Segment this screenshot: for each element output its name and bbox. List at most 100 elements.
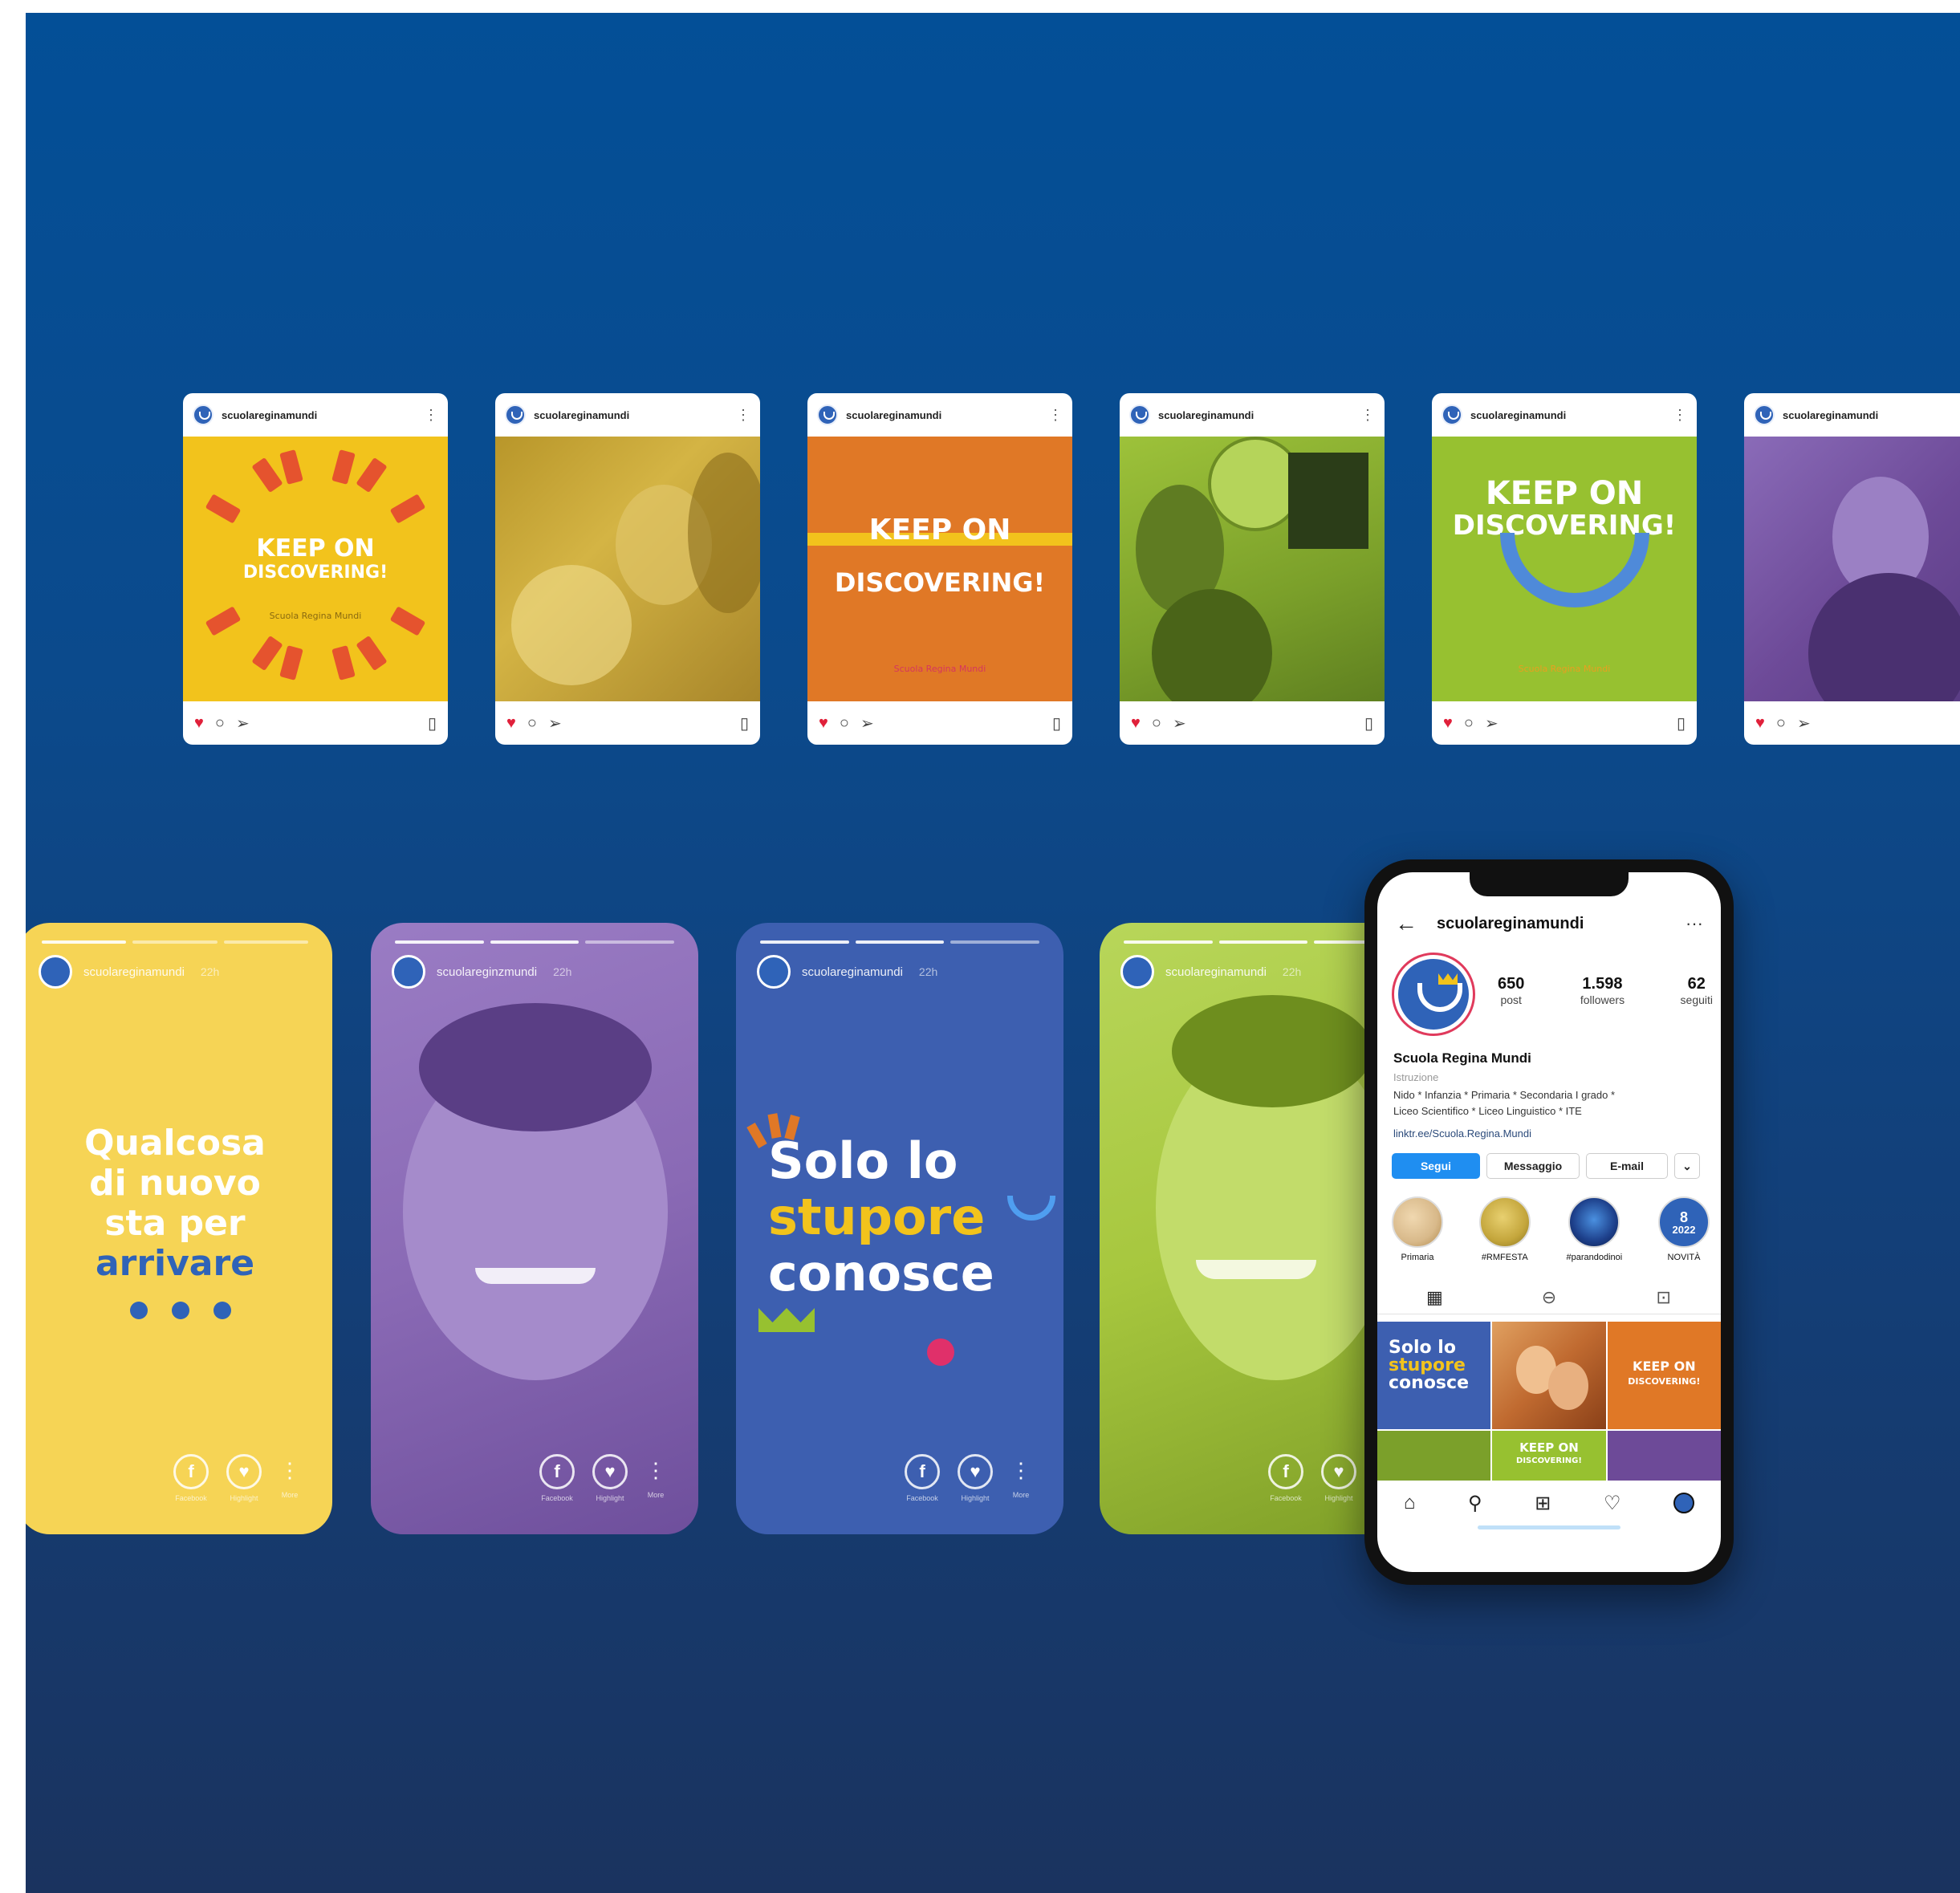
share-icon[interactable]: ➢ <box>1173 713 1186 733</box>
grid-post[interactable] <box>1377 1431 1491 1481</box>
more-options-icon[interactable]: ⋮ <box>1048 408 1063 422</box>
highlight-parandodinoi[interactable]: #parandodinoi <box>1567 1196 1622 1262</box>
email-button[interactable]: E-mail <box>1586 1153 1668 1179</box>
back-arrow-icon[interactable]: ← <box>1395 911 1417 936</box>
profile-avatar-icon[interactable] <box>1129 404 1150 425</box>
follow-button[interactable]: Segui <box>1392 1153 1480 1179</box>
facebook-icon[interactable]: f <box>905 1454 940 1489</box>
profile-tabs: ▦ ⊖ ⊡ <box>1377 1282 1721 1314</box>
bookmark-icon[interactable]: ▯ <box>428 713 437 733</box>
facebook-icon[interactable]: f <box>173 1454 209 1489</box>
highlight-heart-icon[interactable]: ♥ <box>958 1454 993 1489</box>
story-card-2[interactable]: scuolareginzmundi 22h f Facebook ♥ Highlig… <box>371 923 698 1534</box>
story-username[interactable]: scuolareginamundi <box>802 965 903 979</box>
share-icon[interactable]: ➢ <box>860 713 874 733</box>
guides-tab-icon[interactable]: ⊖ <box>1492 1282 1607 1314</box>
comment-icon[interactable]: ○ <box>215 714 225 733</box>
like-icon[interactable]: ♥ <box>1131 714 1141 733</box>
post-username[interactable]: scuolareginamundi <box>1783 409 1960 421</box>
like-icon[interactable]: ♥ <box>506 714 516 733</box>
profile-link[interactable]: linktr.ee/Scuola.Regina.Mundi <box>1393 1127 1531 1139</box>
bookmark-icon[interactable]: ▯ <box>740 713 749 733</box>
facebook-icon[interactable]: f <box>539 1454 575 1489</box>
grid-post[interactable] <box>1607 1431 1721 1481</box>
feed-post-1[interactable]: scuolareginamundi ⋮ KEEP ON DISCOVERING!… <box>183 393 448 745</box>
story-card-1[interactable]: scuolareginamundi 22h Qualcosa di nuovo … <box>26 923 332 1534</box>
profile-avatar-icon[interactable] <box>193 404 213 425</box>
story-avatar-icon[interactable] <box>1120 955 1154 989</box>
profile-avatar-icon[interactable] <box>1442 404 1462 425</box>
story-username[interactable]: scuolareginamundi <box>1165 965 1267 979</box>
feed-post-2[interactable]: scuolareginamundi ⋮ ♥ ○ ➢ ▯ <box>495 393 760 745</box>
feed-post-5[interactable]: scuolareginamundi ⋮ KEEP ON DISCOVERING!… <box>1432 393 1697 745</box>
more-options-icon[interactable]: ⋮ <box>736 408 750 422</box>
grid-post[interactable]: KEEP ON DISCOVERING! <box>1492 1431 1606 1481</box>
highlight-rmfesta[interactable]: #RMFESTA <box>1478 1196 1531 1262</box>
profile-avatar-icon[interactable] <box>505 404 526 425</box>
more-icon[interactable]: ⋮ <box>1010 1454 1031 1486</box>
story-username[interactable]: scuolareginzmundi <box>437 965 537 979</box>
post-username[interactable]: scuolareginamundi <box>1158 409 1360 421</box>
comment-icon[interactable]: ○ <box>840 714 849 733</box>
facebook-icon[interactable]: f <box>1268 1454 1303 1489</box>
message-button[interactable]: Messaggio <box>1486 1153 1580 1179</box>
menu-dots-icon[interactable]: ··· <box>1686 913 1703 934</box>
profile-tab-avatar-icon[interactable] <box>1673 1493 1695 1513</box>
like-icon[interactable]: ♥ <box>1755 714 1765 733</box>
story-avatar-icon[interactable] <box>39 955 72 989</box>
comment-icon[interactable]: ○ <box>527 714 537 733</box>
search-icon[interactable]: ⚲ <box>1468 1492 1482 1515</box>
grid-post[interactable] <box>1492 1322 1606 1429</box>
highlight-heart-icon[interactable]: ♥ <box>1321 1454 1356 1489</box>
comment-icon[interactable]: ○ <box>1152 714 1161 733</box>
profile-avatar-icon[interactable] <box>817 404 838 425</box>
bookmark-icon[interactable]: ▯ <box>1364 713 1373 733</box>
highlight-heart-icon[interactable]: ♥ <box>226 1454 262 1489</box>
add-post-icon[interactable]: ⊞ <box>1535 1492 1551 1515</box>
grid-tab-icon[interactable]: ▦ <box>1377 1282 1492 1314</box>
comment-icon[interactable]: ○ <box>1776 714 1786 733</box>
post-username[interactable]: scuolareginamundi <box>1470 409 1673 421</box>
like-icon[interactable]: ♥ <box>1443 714 1453 733</box>
story-avatar-icon[interactable] <box>392 955 425 989</box>
stat-followers[interactable]: 1.598 followers <box>1580 975 1625 1006</box>
tagged-tab-icon[interactable]: ⊡ <box>1606 1282 1721 1314</box>
share-icon[interactable]: ➢ <box>548 713 562 733</box>
grid-post[interactable]: Solo lo stupore conosce <box>1377 1322 1491 1429</box>
share-icon[interactable]: ➢ <box>1797 713 1811 733</box>
activity-heart-icon[interactable]: ♡ <box>1604 1492 1621 1515</box>
feed-post-4[interactable]: scuolareginamundi ⋮ ♥ ○ ➢ ▯ <box>1120 393 1385 745</box>
story-card-3[interactable]: scuolareginamundi 22h Solo lo stupore co… <box>736 923 1063 1534</box>
highlight-novita[interactable]: 8 2022 NOVITÀ <box>1657 1196 1710 1262</box>
chevron-down-icon[interactable]: ⌄ <box>1674 1153 1700 1179</box>
profile-avatar-icon[interactable] <box>1754 404 1775 425</box>
post-username[interactable]: scuolareginamundi <box>534 409 736 421</box>
share-icon[interactable]: ➢ <box>236 713 250 733</box>
comment-icon[interactable]: ○ <box>1464 714 1474 733</box>
story-username[interactable]: scuolareginamundi <box>83 965 185 979</box>
bookmark-icon[interactable]: ▯ <box>1677 713 1686 733</box>
stat-following[interactable]: 62 seguiti <box>1681 975 1713 1006</box>
home-icon[interactable]: ⌂ <box>1404 1492 1416 1514</box>
stat-posts[interactable]: 650 post <box>1498 975 1524 1006</box>
more-options-icon[interactable]: ⋮ <box>424 408 438 422</box>
more-options-icon[interactable]: ⋮ <box>1360 408 1375 422</box>
grid-post[interactable]: KEEP ON DISCOVERING! <box>1607 1322 1721 1429</box>
like-icon[interactable]: ♥ <box>819 714 828 733</box>
feed-post-6[interactable]: scuolareginamundi ⋮ ♥ ○ ➢ ▯ <box>1744 393 1960 745</box>
highlight-primaria[interactable]: Primaria <box>1392 1196 1443 1262</box>
post-caption: Scuola Regina Mundi <box>269 611 362 621</box>
like-icon[interactable]: ♥ <box>194 714 204 733</box>
more-icon[interactable]: ⋮ <box>645 1454 666 1486</box>
story-avatar-icon[interactable] <box>757 955 791 989</box>
post-username[interactable]: scuolareginamundi <box>222 409 424 421</box>
post-username[interactable]: scuolareginamundi <box>846 409 1048 421</box>
feed-post-3[interactable]: scuolareginamundi ⋮ KEEP ON DISCOVERING!… <box>807 393 1072 745</box>
share-icon[interactable]: ➢ <box>1485 713 1498 733</box>
highlight-heart-icon[interactable]: ♥ <box>592 1454 628 1489</box>
more-options-icon[interactable]: ⋮ <box>1673 408 1687 422</box>
profile-avatar[interactable] <box>1392 953 1475 1036</box>
more-icon[interactable]: ⋮ <box>279 1454 300 1486</box>
story-text-line-3: sta per <box>104 1203 246 1244</box>
bookmark-icon[interactable]: ▯ <box>1052 713 1061 733</box>
